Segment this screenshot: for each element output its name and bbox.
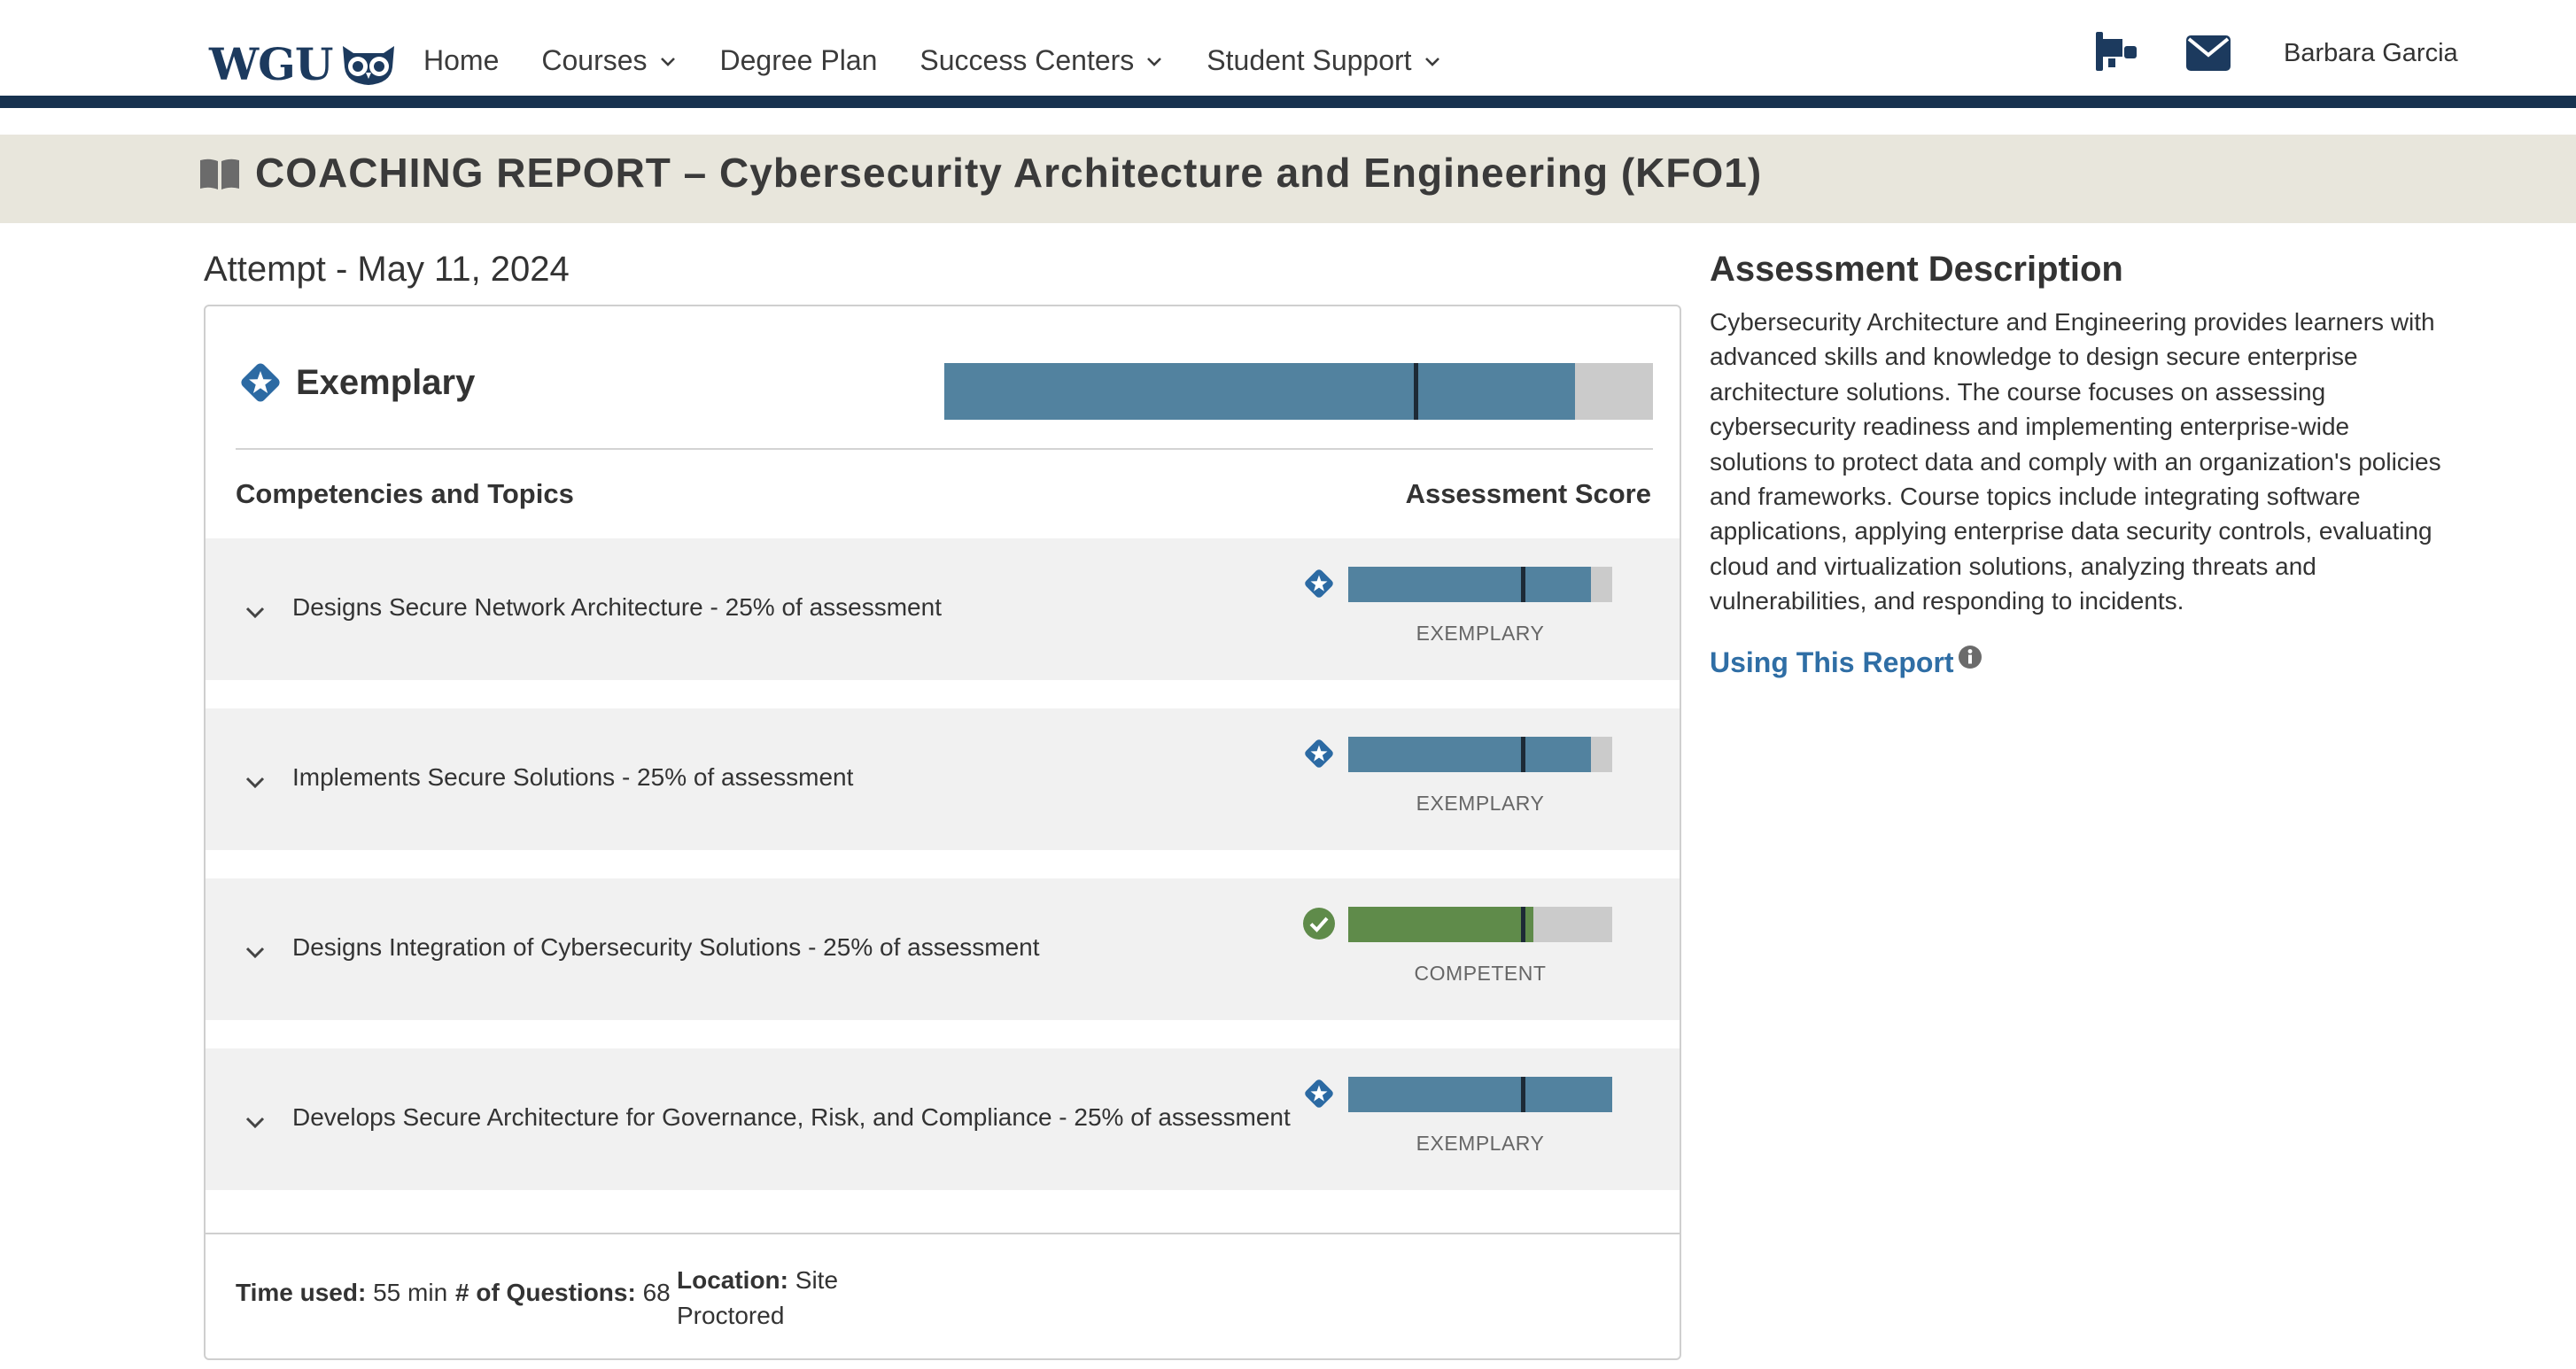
competency-score-bar — [1348, 907, 1612, 942]
nav-courses-label: Courses — [541, 44, 648, 76]
overall-score-fill — [944, 363, 1575, 420]
chevron-down-icon[interactable] — [243, 774, 268, 792]
competencies-header: Competencies and Topics — [236, 478, 574, 509]
question-count-value: 68 — [642, 1279, 671, 1306]
competency-threshold-marker — [1520, 1077, 1525, 1112]
assessment-description-text: Cybersecurity Architecture and Engineeri… — [1710, 308, 2441, 615]
time-used-label: Time used: — [236, 1279, 367, 1306]
competency-score-bar — [1348, 1077, 1612, 1112]
chevron-down-icon — [1424, 57, 1439, 66]
info-icon[interactable] — [1958, 645, 1982, 669]
competency-label: Implements Secure Solutions - 25% of ass… — [292, 763, 854, 791]
overall-score-bar — [944, 363, 1653, 420]
question-count: # of Questions: 68 — [455, 1279, 671, 1307]
location: Location: Site Proctored — [677, 1263, 854, 1334]
nav-degree-plan-label: Degree Plan — [719, 44, 878, 76]
competency-level: EXEMPLARY — [1416, 1132, 1545, 1155]
competency-level: COMPETENT — [1414, 962, 1547, 985]
coaching-report-card: Exemplary Competencies and Topics Assess… — [204, 305, 1681, 1360]
competency-level: EXEMPLARY — [1416, 792, 1545, 815]
chevron-down-icon[interactable] — [243, 944, 268, 962]
competency-score-fill — [1348, 737, 1592, 772]
overall-result: Exemplary — [237, 360, 475, 406]
using-this-report-label: Using This Report — [1710, 646, 1954, 678]
nav-courses[interactable]: Courses — [541, 44, 677, 77]
footer-divider — [206, 1233, 1680, 1234]
star-badge-icon — [1305, 1079, 1333, 1108]
nav-divider — [0, 96, 2576, 108]
main-nav: Home Courses Degree Plan Success Centers… — [423, 44, 1485, 77]
competency-score-fill — [1348, 1077, 1612, 1112]
assessment-score-header: Assessment Score — [1405, 478, 1651, 509]
competency-row[interactable]: Implements Secure Solutions - 25% of ass… — [206, 708, 1680, 850]
nav-home-label: Home — [423, 44, 500, 76]
competency-score-fill — [1348, 567, 1592, 602]
competency-threshold-marker — [1520, 907, 1525, 942]
nav-student-support[interactable]: Student Support — [1207, 44, 1441, 77]
using-this-report-link[interactable]: Using This Report — [1710, 646, 1982, 679]
competency-score-fill — [1348, 907, 1533, 942]
check-circle-icon — [1303, 908, 1335, 940]
time-used: Time used: 55 min — [236, 1279, 447, 1307]
open-book-icon — [200, 159, 239, 189]
competency-label: Designs Integration of Cybersecurity Sol… — [292, 933, 1040, 961]
assessment-description-title: Assessment Description — [1710, 250, 2123, 289]
competency-row[interactable]: Develops Secure Architecture for Governa… — [206, 1048, 1680, 1190]
competency-row[interactable]: Designs Secure Network Architecture - 25… — [206, 538, 1680, 680]
mail-icon[interactable] — [2186, 35, 2231, 71]
time-used-value: 55 min — [373, 1279, 448, 1306]
attempt-date: Attempt - May 11, 2024 — [204, 250, 570, 289]
megaphone-icon[interactable] — [2092, 28, 2140, 74]
nav-success-centers[interactable]: Success Centers — [919, 44, 1164, 77]
location-label: Location: — [677, 1266, 788, 1294]
star-badge-icon — [241, 363, 280, 402]
nav-home[interactable]: Home — [423, 44, 499, 77]
competency-label: Develops Secure Architecture for Governa… — [292, 1103, 1291, 1131]
overall-threshold-marker — [1414, 363, 1418, 420]
chevron-down-icon — [660, 57, 675, 66]
competency-score-bar — [1348, 737, 1612, 772]
card-divider — [236, 448, 1653, 450]
competency-score-bar — [1348, 567, 1612, 602]
logo-text: WGU — [209, 37, 333, 90]
star-badge-icon — [1305, 569, 1333, 598]
chevron-down-icon[interactable] — [243, 1114, 268, 1132]
owl-logo-icon — [343, 46, 395, 85]
competency-threshold-marker — [1520, 567, 1525, 602]
chevron-down-icon[interactable] — [243, 604, 268, 622]
competency-level: EXEMPLARY — [1416, 622, 1545, 645]
nav-degree-plan[interactable]: Degree Plan — [720, 44, 878, 77]
nav-student-support-label: Student Support — [1207, 44, 1412, 76]
competency-row[interactable]: Designs Integration of Cybersecurity Sol… — [206, 878, 1680, 1020]
competency-threshold-marker — [1520, 737, 1525, 772]
wgu-logo[interactable]: WGU — [209, 37, 398, 90]
nav-success-centers-label: Success Centers — [919, 44, 1135, 76]
question-count-label: # of Questions: — [455, 1279, 636, 1306]
top-navigation: WGU Home Courses Degree Plan Success Cen… — [0, 0, 2576, 96]
chevron-down-icon — [1147, 57, 1162, 66]
page-title: COACHING REPORT – Cybersecurity Architec… — [255, 150, 1763, 196]
competency-label: Designs Secure Network Architecture - 25… — [292, 593, 942, 621]
star-badge-icon — [1305, 739, 1333, 768]
user-name[interactable]: Barbara Garcia — [2284, 39, 2458, 68]
overall-level-label: Exemplary — [296, 362, 476, 402]
